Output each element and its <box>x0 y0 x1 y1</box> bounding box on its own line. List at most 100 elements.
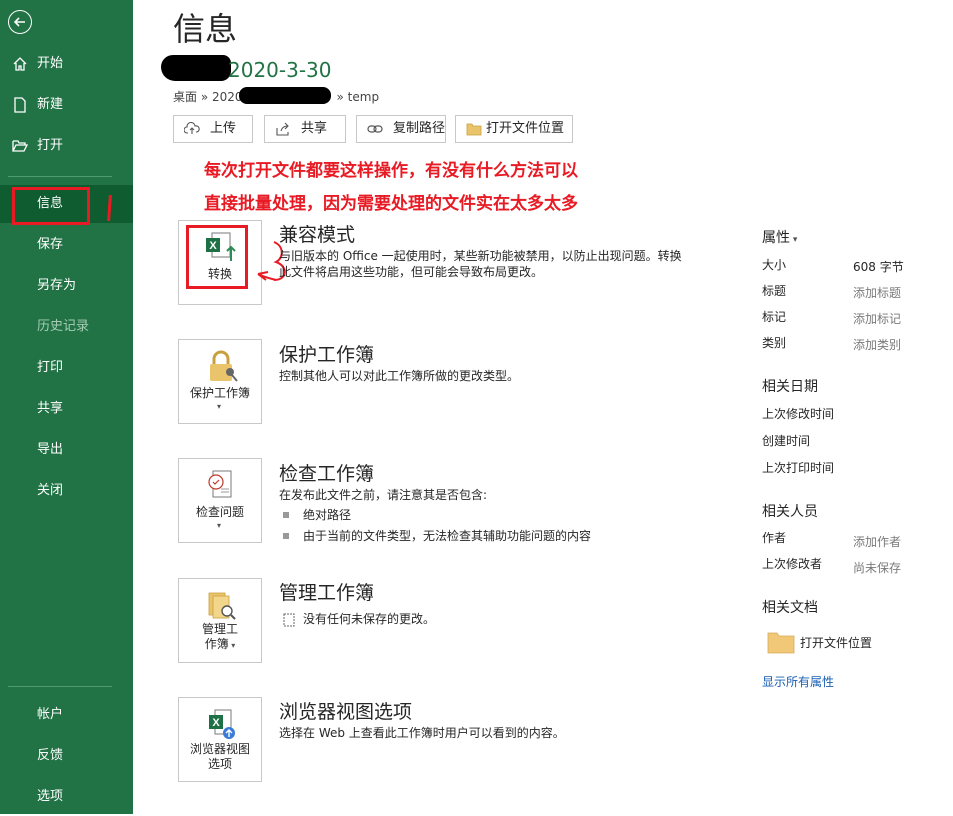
open-file-location-label: 打开文件位置 <box>486 121 565 136</box>
protect-workbook-desc: 控制其他人可以对此工作簿所做的更改类型。 <box>279 369 520 383</box>
chevron-down-icon: ▾ <box>228 641 236 650</box>
breadcrumb-start: 桌面 » 2020 <box>173 90 243 104</box>
nav-options[interactable]: 选项 <box>0 778 133 816</box>
nav-save-as-label: 另存为 <box>37 278 77 293</box>
nav-feedback[interactable]: 反馈 <box>0 737 133 775</box>
bullet-marker <box>283 532 289 539</box>
inspect-bullet-text: 由于当前的文件类型，无法检查其辅助功能问题的内容 <box>303 529 592 543</box>
copy-path-button-label: 复制路径 <box>393 121 446 136</box>
chevron-down-icon: ▾ <box>790 235 798 245</box>
nav-close-label: 关闭 <box>37 483 64 498</box>
manage-workbook-desc-text: 没有任何未保存的更改。 <box>303 612 436 626</box>
chevron-down-icon: ▾ <box>217 521 222 530</box>
open-file-location-link[interactable]: 打开文件位置 <box>767 630 953 656</box>
protect-workbook-title: 保护工作簿 <box>279 344 375 366</box>
people-label: 作者 <box>762 531 787 545</box>
list-item: 绝对路径 <box>283 506 351 523</box>
nav-export[interactable]: 导出 <box>0 431 133 469</box>
new-document-icon <box>14 97 26 113</box>
breadcrumb: 桌面 » 2020 » temp <box>173 87 380 105</box>
manage-workbook-label-line2: 作簿 ▾ <box>179 637 261 653</box>
nav-open-label: 打开 <box>37 138 64 153</box>
check-issues-button[interactable]: 检查问题 ▾ <box>178 458 262 543</box>
nav-share[interactable]: 共享 <box>0 390 133 428</box>
manage-workbook-button[interactable]: 管理工 作簿 ▾ <box>178 578 262 663</box>
add-title-field[interactable]: 添加标题 <box>853 284 901 301</box>
breadcrumb-end: » temp <box>336 90 380 104</box>
bullet-marker <box>283 511 289 518</box>
compat-mode-desc-line1: 与旧版本的 Office 一起使用时，某些新功能被禁用，以防止出现问题。转换 <box>279 249 682 263</box>
redaction-mark <box>239 87 331 104</box>
related-dates-header: 相关日期 <box>762 379 818 395</box>
inspect-workbook-desc: 在发布此文件之前，请注意其是否包含: <box>279 488 488 502</box>
open-file-location-button[interactable]: 打开文件位置 <box>455 115 573 143</box>
nav-open[interactable]: 打开 <box>0 127 133 165</box>
browser-view-title: 浏览器视图选项 <box>279 701 413 723</box>
nav-save-label: 保存 <box>37 237 64 252</box>
properties-header[interactable]: 属性 ▾ <box>762 227 797 247</box>
nav-history: 历史记录 <box>0 308 133 346</box>
nav-close[interactable]: 关闭 <box>0 472 133 510</box>
open-folder-icon <box>12 140 28 152</box>
related-docs-header: 相关文档 <box>762 600 818 616</box>
share-button[interactable]: 共享 <box>264 115 346 143</box>
annotation-highlight-box <box>12 187 90 225</box>
check-issues-button-label: 检查问题 <box>195 505 244 519</box>
nav-options-label: 选项 <box>37 789 64 804</box>
protect-workbook-button[interactable]: 保护工作簿 ▾ <box>178 339 262 424</box>
nav-account[interactable]: 帐户 <box>0 696 133 734</box>
add-tags-field[interactable]: 添加标记 <box>853 310 901 327</box>
file-name: 2020-3-30 <box>228 58 332 82</box>
nav-new[interactable]: 新建 <box>0 86 133 124</box>
property-label: 类别 <box>762 336 787 350</box>
upload-button[interactable]: 上传 <box>173 115 253 143</box>
add-category-field[interactable]: 添加类别 <box>853 336 901 353</box>
page-title: 信息 <box>173 10 238 48</box>
nav-print-label: 打印 <box>37 360 64 375</box>
annotation-highlight-box <box>186 225 248 289</box>
nav-save-as[interactable]: 另存为 <box>0 267 133 305</box>
related-people-header: 相关人员 <box>762 504 818 520</box>
share-button-label: 共享 <box>301 121 328 136</box>
nav-print[interactable]: 打印 <box>0 349 133 387</box>
show-all-properties-link[interactable]: 显示所有属性 <box>762 673 834 690</box>
chevron-down-icon: ▾ <box>217 402 222 411</box>
inspect-workbook-title: 检查工作簿 <box>279 463 375 485</box>
last-modified-by-value: 尚未保存 <box>853 561 902 575</box>
upload-button-label: 上传 <box>210 121 237 136</box>
open-file-location-link-label: 打开文件位置 <box>800 636 873 650</box>
inspect-document-icon <box>208 470 232 498</box>
redaction-mark <box>161 55 231 81</box>
nav-save[interactable]: 保存 <box>0 226 133 264</box>
nav-export-label: 导出 <box>37 442 64 457</box>
manage-workbook-desc: 没有任何未保存的更改。 <box>283 611 435 627</box>
nav-new-label: 新建 <box>37 97 64 112</box>
property-value: 608 字节 <box>853 260 904 274</box>
people-label: 上次修改者 <box>762 557 823 571</box>
annotation-question-line2: 直接批量处理，因为需要处理的文件实在太多太多 <box>204 194 578 214</box>
manage-workbook-title: 管理工作簿 <box>279 582 375 604</box>
share-icon <box>276 122 289 136</box>
manage-workbook-label-text: 作簿 <box>204 637 229 651</box>
nav-divider <box>8 176 112 177</box>
nav-account-label: 帐户 <box>37 707 64 722</box>
date-label: 创建时间 <box>762 434 811 448</box>
nav-history-label: 历史记录 <box>37 319 90 334</box>
link-icon <box>367 125 383 133</box>
date-label: 上次修改时间 <box>762 407 835 421</box>
folder-icon <box>466 123 482 136</box>
properties-header-label: 属性 <box>762 230 790 246</box>
unsaved-document-icon <box>283 613 295 626</box>
manage-workbook-icon <box>208 592 236 620</box>
manage-workbook-label-line1: 管理工 <box>201 622 238 636</box>
back-arrow-icon[interactable] <box>8 10 32 34</box>
add-author-field[interactable]: 添加作者 <box>853 533 901 550</box>
nav-home[interactable]: 开始 <box>0 45 133 83</box>
copy-path-button[interactable]: 复制路径 <box>356 115 446 143</box>
svg-text:X: X <box>212 717 220 729</box>
browser-view-options-button[interactable]: X 浏览器视图 选项 <box>178 697 262 782</box>
cloud-upload-icon <box>184 122 200 134</box>
list-item: 由于当前的文件类型，无法检查其辅助功能问题的内容 <box>283 527 591 544</box>
home-icon <box>13 57 27 71</box>
date-label: 上次打印时间 <box>762 461 835 475</box>
